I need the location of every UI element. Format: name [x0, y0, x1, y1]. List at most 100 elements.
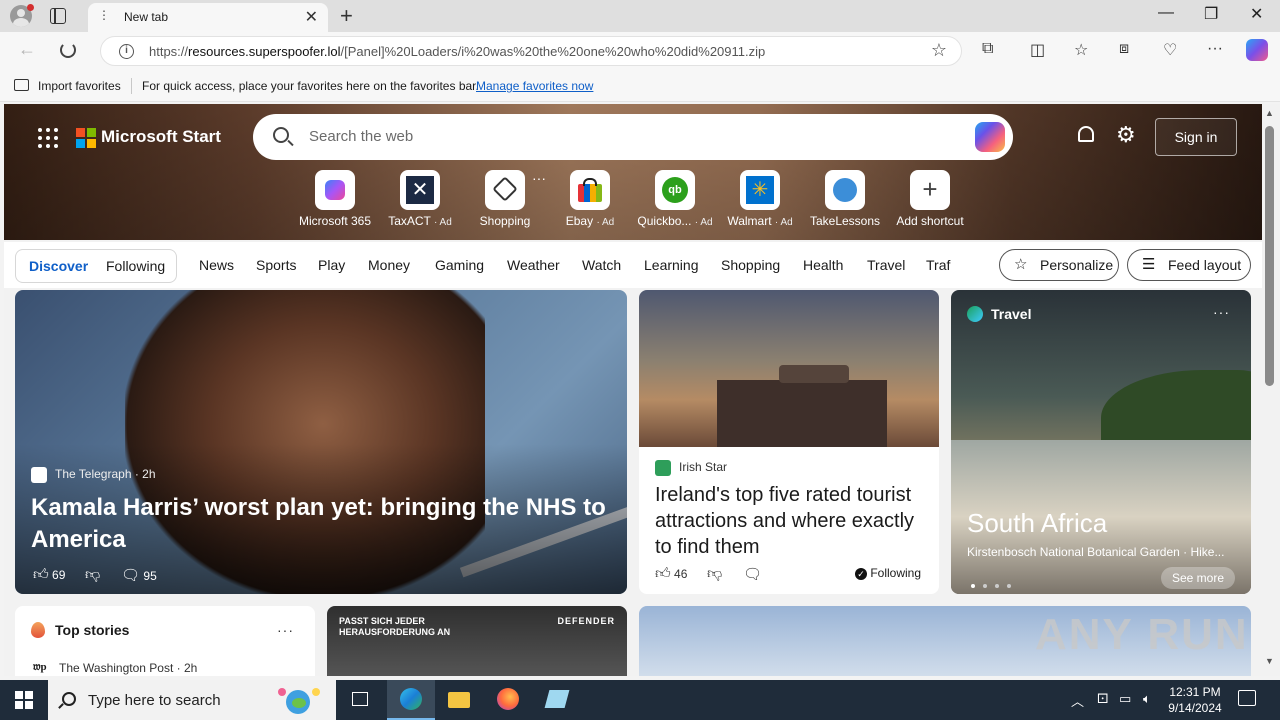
- feed-layout-button[interactable]: ☰ Feed layout: [1127, 249, 1251, 281]
- category-money[interactable]: Money: [368, 257, 410, 273]
- more-menu-icon[interactable]: ···: [1207, 40, 1223, 58]
- category-play[interactable]: Play: [318, 257, 345, 273]
- notifications-bell-icon[interactable]: [1078, 126, 1094, 142]
- extensions-icon[interactable]: ⧉: [982, 40, 993, 58]
- site-info-icon[interactable]: i: [119, 44, 134, 59]
- category-travel[interactable]: Travel: [867, 257, 905, 273]
- dislike-icon[interactable]: 👎︎: [85, 566, 100, 584]
- brand-name[interactable]: Microsoft Start: [101, 127, 221, 147]
- restore-icon[interactable]: ❐: [1204, 4, 1218, 24]
- comment-icon[interactable]: 🗨︎: [743, 565, 762, 583]
- personalize-star-icon: ☆: [1014, 256, 1028, 273]
- search-box[interactable]: Search the web: [253, 114, 1013, 160]
- ad-card[interactable]: PASST SICH JEDER HERAUSFORDERUNG AN DEFEN…: [327, 606, 627, 676]
- edge-taskbar-icon[interactable]: [387, 680, 435, 720]
- task-view-icon[interactable]: [336, 680, 384, 720]
- check-icon: ✓: [855, 568, 867, 580]
- volume-icon[interactable]: 🔈︎: [1143, 691, 1151, 707]
- tray-app-icon[interactable]: ⚀: [1097, 691, 1108, 707]
- category-gaming[interactable]: Gaming: [435, 257, 484, 273]
- page-content: Microsoft Start Search the web ⚙ Sign in…: [4, 104, 1262, 676]
- comment-button[interactable]: 🗨︎ 95: [121, 566, 157, 584]
- category-watch[interactable]: Watch: [582, 257, 621, 273]
- category-news[interactable]: News: [199, 257, 234, 273]
- ad-text: PASST SICH JEDER HERAUSFORDERUNG AN: [339, 616, 451, 637]
- see-more-button[interactable]: See more: [1161, 567, 1235, 589]
- category-learning[interactable]: Learning: [644, 257, 699, 273]
- shortcut-taxact[interactable]: ✕ TaxACT · Ad: [379, 170, 461, 228]
- clock[interactable]: 12:31 PM 9/14/2024: [1160, 684, 1230, 716]
- taskbar-search[interactable]: Type here to search: [48, 680, 336, 720]
- notepad-icon[interactable]: [533, 680, 581, 720]
- card-subtitle: Kirstenbosch National Botanical Garden ·…: [967, 545, 1225, 559]
- image-detail: [717, 380, 887, 447]
- ad-brand: DEFENDER: [557, 616, 615, 626]
- new-tab-icon[interactable]: +: [340, 3, 353, 29]
- add-shortcut-button[interactable]: + Add shortcut: [889, 170, 971, 228]
- reload-icon[interactable]: [60, 42, 76, 58]
- shortcut-microsoft-365[interactable]: Microsoft 365: [294, 170, 376, 228]
- favorite-star-icon[interactable]: ☆: [931, 40, 947, 61]
- copilot-icon[interactable]: [1246, 39, 1268, 61]
- category-traffic[interactable]: Traf: [926, 257, 950, 273]
- url-text[interactable]: https://resources.superspoofer.lol/[Pane…: [149, 44, 765, 59]
- import-favorites-button[interactable]: Import favorites: [38, 79, 121, 93]
- windows-start-icon[interactable]: [15, 691, 33, 709]
- navigation-bar: ← i https://resources.superspoofer.lol/[…: [0, 32, 1280, 70]
- back-icon[interactable]: ←: [18, 39, 36, 60]
- shortcut-ebay[interactable]: Ebay · Ad: [549, 170, 631, 228]
- performance-icon[interactable]: ♡: [1163, 40, 1177, 60]
- notification-center-icon[interactable]: [1238, 690, 1256, 706]
- close-tab-icon[interactable]: ✕: [305, 7, 318, 27]
- tab-discover[interactable]: Discover: [29, 258, 88, 274]
- dislike-icon[interactable]: 👎︎: [707, 565, 722, 583]
- scroll-thumb[interactable]: [1265, 126, 1274, 386]
- like-button[interactable]: 👍︎ 46: [655, 565, 687, 583]
- shortcut-walmart[interactable]: ✳ Walmart · Ad: [719, 170, 801, 228]
- category-health[interactable]: Health: [803, 257, 843, 273]
- notification-dot: [27, 4, 34, 11]
- file-explorer-icon[interactable]: [435, 680, 483, 720]
- article-title[interactable]: Ireland's top five rated tourist attract…: [655, 482, 927, 560]
- address-bar[interactable]: i https://resources.superspoofer.lol/[Pa…: [100, 36, 962, 66]
- shortcut-more-icon[interactable]: ···: [532, 170, 546, 186]
- page-scrollbar[interactable]: ▲ ▼: [1262, 104, 1280, 676]
- collections-icon[interactable]: ⧈: [1119, 40, 1129, 58]
- following-badge[interactable]: ✓ Following: [855, 566, 921, 580]
- loading-icon: ⋮: [98, 8, 110, 22]
- like-button[interactable]: 👍︎ 69: [33, 566, 65, 584]
- close-window-icon[interactable]: ✕: [1250, 4, 1263, 24]
- scroll-up-icon[interactable]: ▲: [1265, 108, 1274, 118]
- copilot-icon[interactable]: [975, 122, 1005, 152]
- settings-gear-icon[interactable]: ⚙: [1116, 122, 1136, 148]
- favorites-icon[interactable]: ☆: [1074, 40, 1088, 60]
- carousel-dots[interactable]: [971, 575, 1019, 593]
- card-title[interactable]: South Africa: [967, 508, 1107, 539]
- shortcut-quickbooks[interactable]: qb Quickbo... · Ad: [634, 170, 716, 228]
- network-icon[interactable]: ▭: [1119, 691, 1131, 707]
- category-sports[interactable]: Sports: [256, 257, 296, 273]
- personalize-button[interactable]: ☆ Personalize: [999, 249, 1119, 281]
- more-options-icon[interactable]: ···: [1213, 304, 1230, 320]
- app-launcher-icon[interactable]: [38, 128, 58, 148]
- shortcut-takelessons[interactable]: TakeLessons: [804, 170, 886, 228]
- minimize-icon[interactable]: —: [1158, 4, 1174, 22]
- scroll-down-icon[interactable]: ▼: [1265, 656, 1274, 666]
- hero-news-card[interactable]: The Telegraph · 2h Kamala Harris’ worst …: [15, 290, 627, 594]
- tab-actions-icon[interactable]: [50, 8, 66, 24]
- category-weather[interactable]: Weather: [507, 257, 560, 273]
- article-title[interactable]: Kamala Harris’ worst plan yet: bringing …: [31, 492, 611, 556]
- search-input[interactable]: Search the web: [309, 128, 413, 145]
- split-screen-icon[interactable]: ◫: [1030, 40, 1045, 60]
- taskbar-search-input[interactable]: Type here to search: [88, 692, 221, 709]
- more-options-icon[interactable]: ···: [277, 622, 294, 638]
- tab-following[interactable]: Following: [106, 258, 165, 274]
- firefox-icon[interactable]: [484, 680, 532, 720]
- active-tab[interactable]: ⋮ New tab ✕: [88, 3, 328, 32]
- manage-favorites-link[interactable]: Manage favorites now: [476, 79, 593, 93]
- sign-in-button[interactable]: Sign in: [1155, 118, 1237, 156]
- travel-card[interactable]: Travel ··· South Africa Kirstenbosch Nat…: [951, 290, 1251, 594]
- news-card-ireland[interactable]: Irish Star Ireland's top five rated tour…: [639, 290, 939, 594]
- category-shopping[interactable]: Shopping: [721, 257, 780, 273]
- tray-chevron-icon[interactable]: ︿: [1071, 691, 1084, 710]
